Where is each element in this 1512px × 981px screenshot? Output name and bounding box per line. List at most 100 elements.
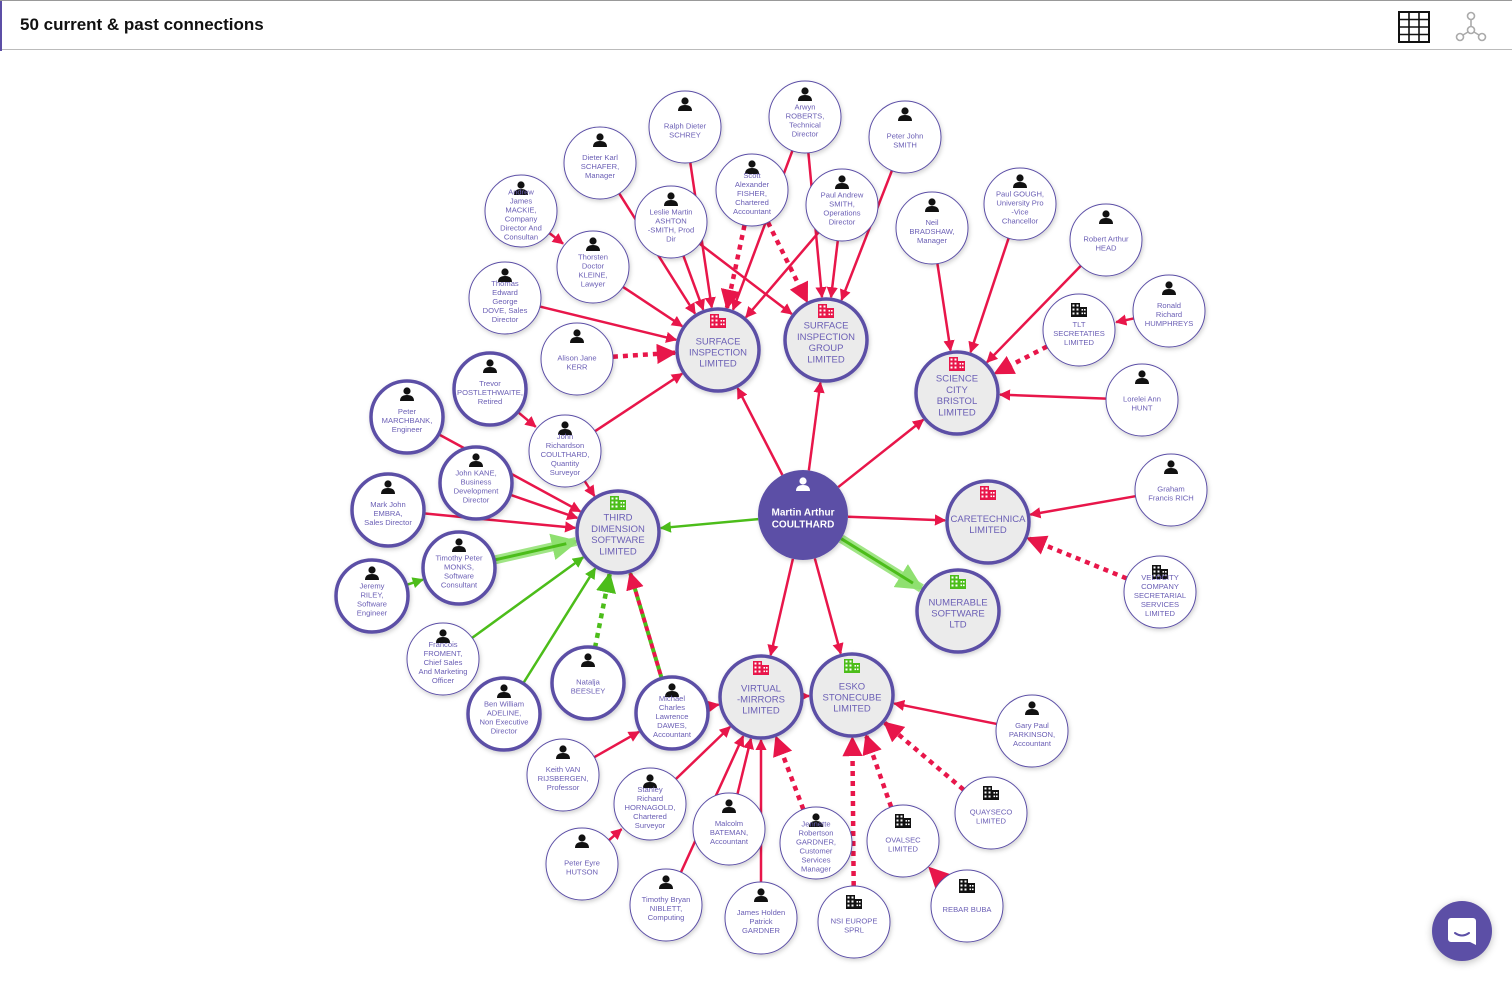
person-node-p19[interactable]: JohnRichardsonCOULTHARD,QuantitySurveyor	[528, 414, 602, 488]
node-label-line: HEAD	[1095, 243, 1117, 252]
link-o2-care	[1025, 535, 1128, 581]
person-node-p22[interactable]: GrahamFrancis RICH	[1134, 453, 1208, 527]
link-c-sil	[736, 387, 784, 476]
node-label-line: Company	[505, 214, 538, 223]
person-node-p27[interactable]: Ben WilliamADELINE,Non ExecutiveDirector	[466, 676, 542, 752]
organisation-node-o4[interactable]: OVALSECLIMITED	[866, 804, 940, 878]
node-label-line: HUMPHREYS	[1145, 319, 1194, 328]
person-node-p11[interactable]: Paul GOUGH,University Pro-ViceChancellor	[983, 167, 1057, 241]
person-node-p10[interactable]: NeilBRADSHAW,Manager	[895, 191, 969, 265]
person-node-p3[interactable]: Peter JohnSMITH	[868, 100, 942, 174]
company-node-vm[interactable]: VIRTUAL-MIRRORSLIMITED	[718, 654, 804, 740]
person-node-p15[interactable]: RonaldRichardHUMPHREYS	[1132, 274, 1206, 348]
company-node-care[interactable]: CARETECHNICALIMITED	[945, 479, 1031, 565]
nodes-layer: Martin ArthurCOULTHARD SURFACEINSPECTIONL…	[334, 80, 1208, 959]
table-view-button[interactable]	[1398, 11, 1430, 43]
node-label-line: Accountant	[710, 837, 749, 846]
node-label-line: LIMITED	[976, 816, 1006, 825]
node-label-line: Mark John	[370, 500, 405, 509]
node-label-line: RILEY,	[360, 591, 383, 600]
chat-button[interactable]	[1432, 901, 1492, 961]
node-label-line: Retired	[478, 397, 502, 406]
company-node-num[interactable]: NUMERABLESOFTWARELTD	[915, 568, 1001, 654]
node-label-line: FROMENT,	[424, 649, 463, 658]
node-label-line: DOVE, Sales	[483, 306, 528, 315]
node-label-line: CARETECHNICA	[951, 514, 1027, 525]
node-label-line: Director	[792, 129, 819, 138]
organisation-node-o5[interactable]: NSI EUROPESPRL	[817, 885, 891, 959]
node-label-line: Stanley	[637, 785, 663, 794]
organisation-node-o2[interactable]: VELOCITYCOMPANYSECRETARIALSERVICESLIMITE…	[1123, 555, 1197, 629]
node-label-line: Doctor	[582, 262, 605, 271]
node-label-line: Ben William	[484, 700, 524, 709]
node-label-line: Natalja	[576, 678, 600, 687]
organisation-node-o3[interactable]: QUAYSECOLIMITED	[954, 776, 1028, 850]
person-node-p32[interactable]: MalcolmBATEMAN,Accountant	[692, 792, 766, 866]
person-node-p33[interactable]: JennetteRobertsonGARDNER,CustomerService…	[779, 806, 853, 880]
person-node-p12[interactable]: Robert ArthurHEAD	[1069, 203, 1143, 277]
person-node-p26[interactable]: NataljaBEESLEY	[550, 645, 626, 721]
person-node-p25[interactable]: FrancoisFROMENT,Chief SalesAnd Marketing…	[406, 622, 480, 696]
person-node-p8[interactable]: AndrewJamesMACKIE,CompanyDirector AndCon…	[484, 174, 558, 248]
link-c-sig	[807, 381, 825, 471]
person-node-p13[interactable]: ThomasEdwardGeorgeDOVE, SalesDirector	[468, 261, 542, 335]
person-node-p5[interactable]: ScottAlexanderFISHER,CharteredAccountant	[715, 153, 789, 227]
company-node-scb[interactable]: SCIENCECITYBRISTOLLIMITED	[914, 350, 1000, 436]
node-label-line: SOFTWARE	[591, 535, 644, 546]
person-node-p2[interactable]: ArwynROBERTS,TechnicalDirector	[768, 80, 842, 154]
person-node-p30[interactable]: Keith VANRIJSBERGEN,Professor	[526, 738, 600, 812]
person-node-p7[interactable]: Paul AndrewSMITH,OperationsDirector	[805, 168, 879, 242]
organisation-node-o1[interactable]: TLTSECRETATIESLIMITED	[1042, 293, 1116, 367]
node-label-line: Accountant	[1013, 739, 1052, 748]
person-node-p4[interactable]: Dieter KarlSCHAFER,Manager	[563, 126, 637, 200]
person-node-p6[interactable]: Leslie MartinASHTON-SMITH, ProdDir	[634, 185, 708, 259]
person-node-p36[interactable]: James HoldenPatrickGARDNER	[724, 881, 798, 955]
company-node-esko[interactable]: ESKOSTONECUBELIMITED	[809, 652, 895, 738]
graph-view-button[interactable]	[1455, 11, 1487, 43]
node-label-line: Thomas	[491, 279, 519, 288]
person-node-p16[interactable]: Lorelei AnnHUNT	[1105, 363, 1179, 437]
link-p5-sig	[765, 221, 809, 304]
node-label-line: Paul GOUGH,	[996, 190, 1044, 199]
company-node-sil[interactable]: SURFACEINSPECTIONLIMITED	[675, 307, 761, 393]
link-c-esko	[813, 558, 844, 655]
node-label-line: Operations	[823, 208, 860, 217]
node-label-line: DIMENSION	[591, 524, 645, 535]
person-node-p23[interactable]: Timothy PeterMONKS,SoftwareConsultant	[421, 530, 497, 606]
organisation-node-o6[interactable]: REBAR BUBA	[930, 869, 1004, 943]
node-label-line: LIMITED	[742, 706, 780, 717]
node-label-line: Martin Arthur	[772, 508, 835, 519]
node-label-line: SMITH,	[829, 200, 855, 209]
person-node-p24[interactable]: JeremyRILEY,SoftwareEngineer	[334, 558, 410, 634]
person-node-p1[interactable]: Ralph DieterSCHREY	[648, 90, 722, 164]
node-label-line: OVALSEC	[885, 836, 921, 845]
node-label-line: Paul Andrew	[821, 191, 864, 200]
node-label-line: SECRETARIAL	[1134, 591, 1186, 600]
node-label-line: SURFACE	[804, 321, 849, 332]
node-label-line: Engineer	[392, 425, 423, 434]
connections-graph[interactable]: Martin ArthurCOULTHARD SURFACEINSPECTIONL…	[0, 50, 1512, 981]
company-node-sig[interactable]: SURFACEINSPECTIONGROUPLIMITED	[783, 297, 869, 383]
node-label-line: Richard	[637, 794, 663, 803]
person-node-p28[interactable]: MichaelCharlesLawrenceDAWES,Accountant	[634, 675, 710, 751]
link-p21-tds	[423, 512, 577, 533]
person-node-p9[interactable]: ThorstenDoctorKLEINE,Lawyer	[556, 230, 630, 304]
node-label-line: Malcolm	[715, 819, 743, 828]
node-label-line: EMBRA,	[373, 509, 402, 518]
person-node-p17[interactable]: TrevorPOSTLETHWAITE,Retired	[452, 351, 528, 427]
person-node-p31[interactable]: StanleyRichardHORNAGOLD,CharteredSurveyo…	[613, 767, 687, 841]
person-node-p20[interactable]: John KANE,BusinessDevelopmentDirector	[438, 445, 514, 521]
person-node-p34[interactable]: Peter EyreHUTSON	[545, 827, 619, 901]
link-p30-p28	[593, 730, 640, 759]
person-node-p29[interactable]: Gary PaulPARKINSON,Accountant	[995, 694, 1069, 768]
node-label-line: Timothy Peter	[436, 554, 483, 563]
person-node-p18[interactable]: PeterMARCHBANK,Engineer	[369, 379, 445, 455]
person-node-p14[interactable]: Alison JaneKERR	[540, 322, 614, 396]
center-person-node[interactable]: Martin ArthurCOULTHARD	[758, 470, 848, 560]
node-label-line: Robert Arthur	[1083, 235, 1129, 244]
node-label-line: LIMITED	[599, 546, 637, 557]
company-node-tds[interactable]: THIRDDIMENSIONSOFTWARELIMITED	[575, 489, 661, 575]
person-node-p21[interactable]: Mark JohnEMBRA,Sales Director	[350, 472, 426, 548]
person-node-p35[interactable]: Timothy BryanNIBLETT,Computing	[629, 868, 703, 942]
node-label-line: FISHER,	[737, 189, 767, 198]
